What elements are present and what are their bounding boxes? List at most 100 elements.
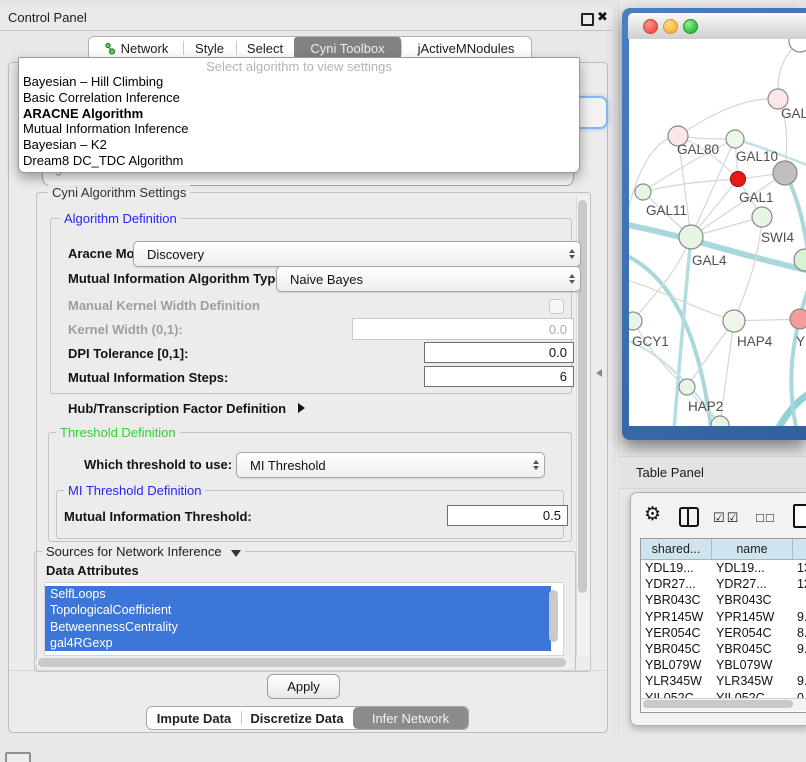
table-row[interactable]: YLR345W YLR345W 9.: [641, 673, 806, 689]
tab-network[interactable]: Network: [89, 37, 183, 59]
list-scrollbar-thumb[interactable]: [549, 590, 558, 642]
cell[interactable]: YBR043C: [712, 592, 793, 608]
cell[interactable]: YLR345W: [641, 673, 712, 689]
network-canvas[interactable]: GAL GAL80 GAL10 GAL1 GAL11 SWI4 GAL4 GCY…: [629, 39, 806, 426]
cell[interactable]: 9.: [793, 641, 806, 657]
cell[interactable]: 8.: [793, 625, 806, 641]
mi-steps-field[interactable]: 6: [424, 366, 574, 387]
node-label: GAL11: [646, 203, 687, 218]
table-row[interactable]: YBR043C YBR043C: [641, 592, 806, 608]
tab-network-label: Network: [121, 41, 169, 56]
node-gcy1[interactable]: [629, 312, 642, 330]
tab-select[interactable]: Select: [236, 37, 294, 59]
table-row[interactable]: YDL19... YDL19... 13: [641, 560, 806, 576]
cell[interactable]: YDR27...: [641, 576, 712, 592]
table-row[interactable]: YPR145W YPR145W 9.: [641, 609, 806, 625]
tab-discretize-data[interactable]: Discretize Data: [241, 707, 353, 729]
node-gal10[interactable]: [726, 130, 744, 148]
partial-button-bottom-left[interactable]: [5, 752, 31, 762]
list-item[interactable]: SelfLoops: [45, 586, 551, 602]
column-header-name[interactable]: name: [712, 539, 793, 559]
dpi-tolerance-field[interactable]: 0.0: [424, 342, 574, 363]
tab-cyni-toolbox[interactable]: Cyni Toolbox: [294, 37, 401, 59]
cell[interactable]: [793, 657, 806, 673]
cell[interactable]: YDR27...: [712, 576, 793, 592]
cell[interactable]: YBL079W: [641, 657, 712, 673]
network-window-titlebar[interactable]: [628, 13, 806, 39]
dropdown-item[interactable]: Bayesian – K2: [19, 137, 579, 153]
cell[interactable]: YBR043C: [641, 592, 712, 608]
cell[interactable]: YER054C: [712, 625, 793, 641]
table-hscrollbar-thumb[interactable]: [643, 700, 793, 708]
mi-threshold-field[interactable]: 0.5: [447, 505, 568, 526]
splitter-collapse-arrow[interactable]: [596, 369, 602, 377]
cell[interactable]: YBL079W: [712, 657, 793, 673]
cell[interactable]: 12: [793, 576, 806, 592]
cell[interactable]: YER054C: [641, 625, 712, 641]
cell[interactable]: 9.: [793, 609, 806, 625]
node-gal1[interactable]: [752, 207, 772, 227]
dropdown-item[interactable]: Mutual Information Inference: [19, 121, 579, 137]
table-header-row: shared... name: [641, 539, 806, 560]
node-red-selected[interactable]: [731, 172, 746, 187]
splitter-line: [618, 0, 619, 735]
mi-type-select[interactable]: Naive Bayes: [276, 266, 581, 292]
cell[interactable]: YBR045C: [712, 641, 793, 657]
float-window-icon[interactable]: [581, 13, 594, 26]
zoom-traffic-light[interactable]: [683, 19, 698, 34]
node-salmon[interactable]: [790, 309, 806, 329]
select-all-icon[interactable]: ☑☑: [713, 510, 740, 526]
network-graph: GAL GAL80 GAL10 GAL1 GAL11 SWI4 GAL4 GCY…: [629, 39, 806, 426]
column-header-shared-name[interactable]: shared...: [641, 539, 712, 559]
hub-definition-toggle[interactable]: Hub/Transcription Factor Definition: [68, 401, 305, 416]
tab-infer-network-label: Infer Network: [372, 711, 449, 726]
hub-definition-label: Hub/Transcription Factor Definition: [68, 401, 286, 416]
cell[interactable]: 9.: [793, 673, 806, 689]
tab-infer-network[interactable]: Infer Network: [353, 707, 468, 729]
list-item[interactable]: BetweennessCentrality: [45, 619, 551, 635]
dropdown-item[interactable]: Bayesian – Hill Climbing: [19, 74, 579, 90]
cell[interactable]: [793, 592, 806, 608]
aracne-mode-select[interactable]: Discovery: [133, 241, 581, 267]
cell[interactable]: 13: [793, 560, 806, 576]
minimize-traffic-light[interactable]: [663, 19, 678, 34]
tab-jactivemnodules[interactable]: jActiveMNodules: [401, 37, 531, 59]
sources-group-toggle[interactable]: Sources for Network Inference: [42, 544, 245, 559]
settings-hscrollbar-thumb[interactable]: [38, 658, 566, 667]
list-item[interactable]: gal4RGexp: [45, 635, 551, 651]
node-gal4[interactable]: [679, 225, 703, 249]
cell[interactable]: YPR145W: [712, 609, 793, 625]
table-panel-titlebar: Table Panel: [620, 456, 806, 489]
document-icon[interactable]: [793, 504, 806, 528]
cell[interactable]: YLR345W: [712, 673, 793, 689]
cell[interactable]: YPR145W: [641, 609, 712, 625]
gear-icon[interactable]: ⚙: [644, 503, 661, 526]
tab-style[interactable]: Style: [183, 37, 236, 59]
cell[interactable]: YDL19...: [641, 560, 712, 576]
node-hap4[interactable]: [723, 310, 745, 332]
dropdown-item[interactable]: Basic Correlation Inference: [19, 90, 579, 106]
table-row[interactable]: YBL079W YBL079W: [641, 657, 806, 673]
table-row[interactable]: YER054C YER054C 8.: [641, 625, 806, 641]
close-traffic-light[interactable]: [643, 19, 658, 34]
column-header-partial[interactable]: [793, 539, 806, 559]
node-hap2[interactable]: [679, 379, 695, 395]
which-threshold-select[interactable]: MI Threshold: [236, 452, 545, 478]
columns-icon[interactable]: [679, 507, 699, 527]
apply-button[interactable]: Apply: [267, 674, 340, 699]
list-item[interactable]: TopologicalCoefficient: [45, 602, 551, 618]
node-gray[interactable]: [773, 161, 797, 185]
kernel-width-field[interactable]: 0.0: [352, 318, 574, 340]
cell[interactable]: YBR045C: [641, 641, 712, 657]
cell[interactable]: YDL19...: [712, 560, 793, 576]
dropdown-item-selected[interactable]: ARACNE Algorithm: [19, 106, 579, 122]
deselect-all-icon[interactable]: □□: [756, 510, 776, 525]
mi-threshold-label: Mutual Information Threshold:: [64, 509, 252, 524]
manual-kernel-checkbox[interactable]: [549, 299, 564, 314]
table-row[interactable]: YDR27... YDR27... 12: [641, 576, 806, 592]
close-icon[interactable]: ✖: [597, 9, 608, 25]
table-row[interactable]: YBR045C YBR045C 9.: [641, 641, 806, 657]
tab-impute-data[interactable]: Impute Data: [147, 707, 241, 729]
dropdown-item[interactable]: Dream8 DC_TDC Algorithm: [19, 153, 579, 169]
node-gal11[interactable]: [635, 184, 651, 200]
